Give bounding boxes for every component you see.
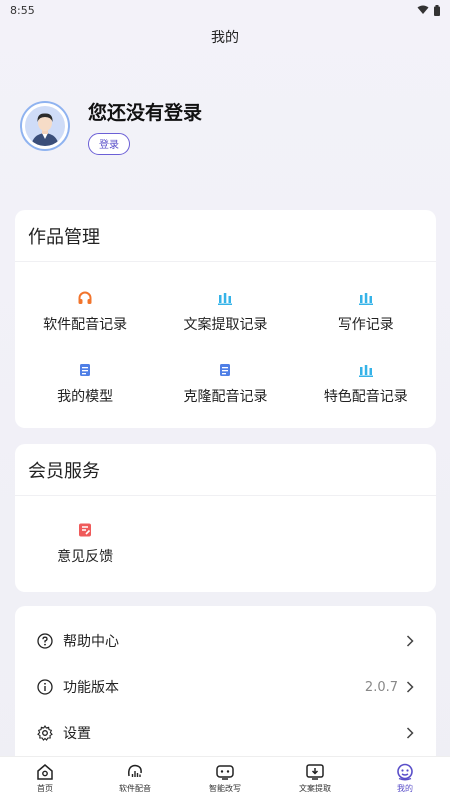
works-item-label: 文案提取记录 bbox=[183, 317, 268, 333]
home-icon bbox=[37, 764, 53, 780]
version-value: 2.0.7 bbox=[364, 679, 398, 695]
settings-row-label: 设置 bbox=[63, 726, 91, 742]
works-item-writing[interactable]: 写作记录 bbox=[296, 276, 436, 348]
gear-icon bbox=[37, 725, 53, 741]
works-item-featured-dubbing[interactable]: 特色配音记录 bbox=[296, 348, 436, 420]
status-time: 8:55 bbox=[10, 3, 35, 17]
member-item-label: 意见反馈 bbox=[57, 549, 114, 565]
status-icons bbox=[417, 4, 440, 16]
works-item-label: 克隆配音记录 bbox=[183, 389, 268, 405]
settings-row-label: 功能版本 bbox=[63, 680, 119, 696]
nav-home[interactable]: 首页 bbox=[0, 757, 90, 800]
robot-icon bbox=[216, 765, 234, 780]
bars-icon bbox=[358, 362, 374, 378]
works-item-label: 软件配音记录 bbox=[43, 317, 128, 333]
info-icon bbox=[37, 679, 53, 695]
document-icon bbox=[217, 362, 233, 378]
bars-icon bbox=[358, 290, 374, 306]
works-item-my-model[interactable]: 我的模型 bbox=[15, 348, 155, 420]
nav-label: 智能改写 bbox=[209, 784, 241, 793]
profile-section: 您还没有登录 登录 bbox=[22, 96, 422, 156]
nav-text-extract[interactable]: 文案提取 bbox=[270, 757, 360, 800]
nav-label: 我的 bbox=[397, 784, 413, 793]
settings-row-help[interactable]: 帮助中心 bbox=[15, 618, 436, 664]
member-item-feedback[interactable]: 意见反馈 bbox=[15, 508, 155, 580]
works-item-software-dubbing[interactable]: 软件配音记录 bbox=[15, 276, 155, 348]
works-item-clone-dubbing[interactable]: 克隆配音记录 bbox=[155, 348, 295, 420]
nav-label: 首页 bbox=[37, 784, 53, 793]
chevron-right-icon bbox=[406, 635, 414, 647]
works-title: 作品管理 bbox=[15, 210, 436, 262]
works-item-text-extract[interactable]: 文案提取记录 bbox=[155, 276, 295, 348]
profile-icon bbox=[397, 763, 413, 781]
help-icon bbox=[37, 633, 53, 649]
battery-icon bbox=[434, 4, 440, 16]
member-title: 会员服务 bbox=[15, 444, 436, 496]
document-icon bbox=[77, 362, 93, 378]
status-bar: 8:55 bbox=[0, 0, 450, 20]
nav-label: 软件配音 bbox=[119, 784, 151, 793]
settings-row-version[interactable]: 功能版本 2.0.7 bbox=[15, 664, 436, 710]
works-item-label: 写作记录 bbox=[337, 317, 394, 333]
nav-software-dubbing[interactable]: 软件配音 bbox=[90, 757, 180, 800]
chevron-right-icon bbox=[406, 727, 414, 739]
voice-icon bbox=[128, 764, 142, 777]
nav-label: 文案提取 bbox=[299, 784, 331, 793]
bottom-nav: 首页 软件配音 智能改写 文案提取 我的 bbox=[0, 756, 450, 800]
nav-smart-rewrite[interactable]: 智能改写 bbox=[180, 757, 270, 800]
avatar[interactable] bbox=[22, 103, 68, 149]
settings-card: 帮助中心 功能版本 2.0.7 设置 bbox=[15, 606, 436, 766]
feedback-icon bbox=[77, 522, 93, 538]
download-icon bbox=[306, 764, 324, 780]
chevron-right-icon bbox=[406, 681, 414, 693]
bars-icon bbox=[217, 290, 233, 306]
works-card: 作品管理 软件配音记录 文案提取记录 写作记录 我的模型 克隆配音记录 特色配音… bbox=[15, 210, 436, 428]
works-item-label: 我的模型 bbox=[57, 389, 114, 405]
member-card: 会员服务 意见反馈 bbox=[15, 444, 436, 592]
avatar-person-icon bbox=[25, 106, 65, 146]
login-button[interactable]: 登录 bbox=[88, 132, 130, 155]
wifi-icon bbox=[417, 5, 429, 14]
settings-row-label: 帮助中心 bbox=[63, 634, 119, 650]
headphones-icon bbox=[77, 290, 93, 306]
nav-profile[interactable]: 我的 bbox=[360, 757, 450, 800]
login-prompt: 您还没有登录 bbox=[88, 101, 203, 124]
page-title: 我的 bbox=[211, 30, 239, 46]
works-item-label: 特色配音记录 bbox=[323, 389, 408, 405]
settings-row-settings[interactable]: 设置 bbox=[15, 710, 436, 756]
